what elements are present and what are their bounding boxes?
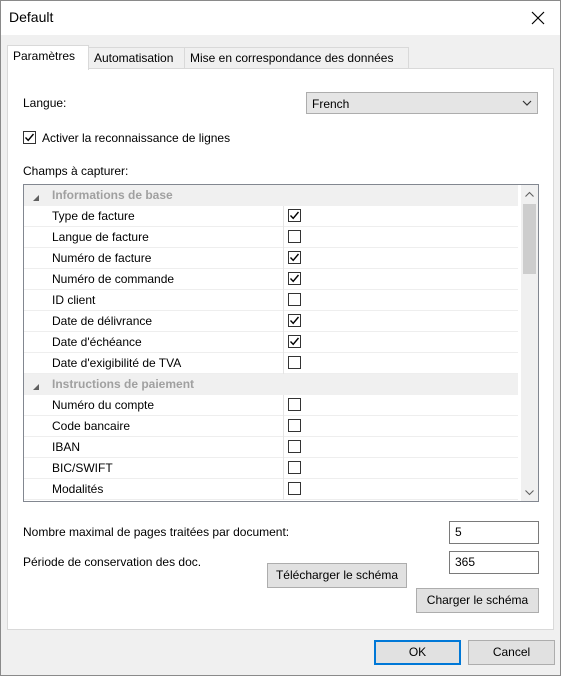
field-checkbox[interactable] (288, 419, 301, 432)
column-divider (283, 206, 284, 227)
tab-automatisation[interactable]: Automatisation (88, 47, 186, 69)
fields-list[interactable]: Informations de base Type de facture Langu… (23, 184, 539, 502)
field-row[interactable]: ID client (24, 290, 518, 311)
field-checkbox[interactable] (288, 461, 301, 474)
retention-input[interactable]: 365 (449, 551, 539, 574)
field-row[interactable]: BIC/SWIFT (24, 458, 518, 479)
field-row[interactable]: Numéro de commande (24, 269, 518, 290)
window-title: Default (9, 9, 54, 25)
field-row[interactable]: Code bancaire (24, 416, 518, 437)
ok-button[interactable]: OK (374, 640, 461, 665)
checkmark-icon (24, 133, 35, 142)
field-name: Date de délivrance (52, 314, 153, 328)
max-pages-input[interactable]: 5 (449, 521, 539, 544)
checkmark-icon (289, 211, 300, 220)
field-name: Type de facture (52, 209, 135, 223)
vertical-scrollbar[interactable] (521, 185, 538, 501)
scroll-up-button[interactable] (521, 185, 538, 202)
dialog-window: Default Paramètres Automatisation Mise e… (0, 0, 561, 676)
field-checkbox[interactable] (288, 251, 301, 264)
load-schema-button[interactable]: Charger le schéma (416, 588, 539, 613)
field-checkbox[interactable] (288, 293, 301, 306)
line-recognition-checkbox[interactable] (23, 131, 36, 144)
collapse-triangle-icon[interactable] (32, 191, 40, 205)
checkmark-icon (289, 337, 300, 346)
category-row[interactable]: Instructions de paiement (24, 374, 518, 395)
tab-mise-en-correspondance[interactable]: Mise en correspondance des données (184, 47, 409, 69)
field-row[interactable]: Numéro du compte (24, 395, 518, 416)
chevron-up-icon (525, 191, 534, 197)
column-divider (283, 416, 284, 437)
max-pages-label: Nombre maximal de pages traitées par doc… (23, 525, 290, 539)
chevron-down-icon (521, 97, 533, 112)
field-name: Langue de facture (52, 230, 149, 244)
chevron-down-icon (525, 489, 534, 495)
category-name: Instructions de paiement (52, 377, 195, 391)
language-dropdown[interactable]: French (306, 92, 538, 114)
field-row[interactable]: Langue de facture (24, 227, 518, 248)
field-name: BIC/SWIFT (52, 461, 113, 475)
field-checkbox[interactable] (288, 209, 301, 222)
checkmark-icon (289, 274, 300, 283)
field-checkbox[interactable] (288, 335, 301, 348)
scroll-thumb[interactable] (523, 204, 536, 274)
field-name: Date d'exigibilité de TVA (52, 356, 182, 370)
retention-label: Période de conservation des doc. (23, 555, 202, 569)
language-value: French (312, 97, 350, 111)
line-recognition-label: Activer la reconnaissance de lignes (42, 131, 231, 145)
field-row[interactable]: Type de facture (24, 206, 518, 227)
column-divider (283, 311, 284, 332)
field-name: Numéro de commande (52, 272, 175, 286)
language-label: Langue: (23, 96, 67, 110)
column-divider (283, 437, 284, 458)
field-row[interactable]: Numéro de facture (24, 248, 518, 269)
field-name: Date d'échéance (52, 335, 142, 349)
download-schema-button[interactable]: Télécharger le schéma (267, 563, 407, 588)
field-checkbox[interactable] (288, 356, 301, 369)
field-name: Numéro de facture (52, 251, 152, 265)
close-icon (531, 11, 545, 25)
field-checkbox[interactable] (288, 440, 301, 453)
title-bar: Default (1, 1, 560, 35)
field-name: Numéro du compte (52, 398, 155, 412)
column-divider (283, 269, 284, 290)
field-row[interactable]: IBAN (24, 437, 518, 458)
checkmark-icon (289, 316, 300, 325)
field-row[interactable]: Date d'échéance (24, 332, 518, 353)
field-checkbox[interactable] (288, 272, 301, 285)
close-button[interactable] (516, 1, 560, 35)
category-name: Informations de base (52, 188, 173, 202)
field-row[interactable]: Date d'exigibilité de TVA (24, 353, 518, 374)
collapse-triangle-icon[interactable] (32, 380, 40, 394)
field-name: Code bancaire (52, 419, 131, 433)
field-name: IBAN (52, 440, 81, 454)
category-row[interactable]: Informations de base (24, 185, 518, 206)
field-checkbox[interactable] (288, 230, 301, 243)
field-name: Modalités (52, 482, 104, 496)
cancel-button[interactable]: Cancel (468, 640, 555, 665)
column-divider (283, 248, 284, 269)
column-divider (283, 458, 284, 479)
field-checkbox[interactable] (288, 482, 301, 495)
column-divider (283, 353, 284, 374)
tab-parametres[interactable]: Paramètres (7, 45, 89, 70)
field-name: ID client (52, 293, 96, 307)
field-row[interactable]: Date de délivrance (24, 311, 518, 332)
column-divider (283, 227, 284, 248)
settings-panel: Langue: French Activer la reconnaissance… (7, 68, 554, 630)
field-checkbox[interactable] (288, 314, 301, 327)
field-row[interactable]: Modalités (24, 479, 518, 500)
field-checkbox[interactable] (288, 398, 301, 411)
checkmark-icon (289, 253, 300, 262)
scroll-down-button[interactable] (521, 484, 538, 501)
column-divider (283, 290, 284, 311)
column-divider (283, 332, 284, 353)
column-divider (283, 395, 284, 416)
fields-label: Champs à capturer: (23, 164, 129, 178)
column-divider (283, 479, 284, 500)
